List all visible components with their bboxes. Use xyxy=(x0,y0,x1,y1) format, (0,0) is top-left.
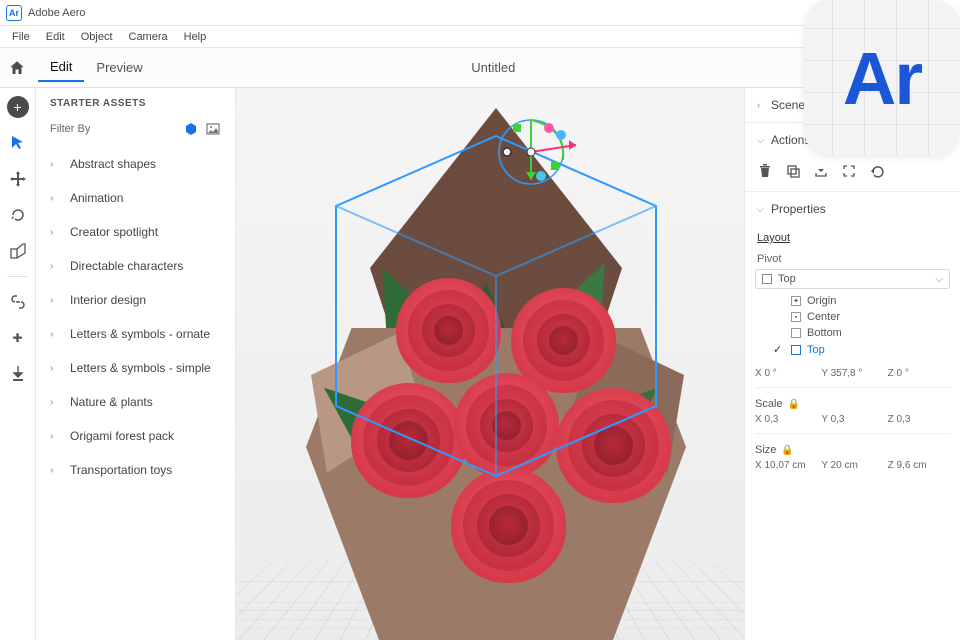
bouquet-object[interactable] xyxy=(266,108,726,640)
size-row[interactable]: X 10,07 cm Y 20 cm Z 9,6 cm xyxy=(745,456,960,475)
delete-icon[interactable] xyxy=(757,163,773,179)
lock-icon[interactable]: 🔒 xyxy=(781,445,793,456)
viewport-overlay-label: X 10,00 xyxy=(576,403,610,414)
scale-row[interactable]: X 0,3 Y 0,3 Z 0,3 xyxy=(745,410,960,429)
category-abstract-shapes[interactable]: ›Abstract shapes xyxy=(36,147,235,181)
menu-help[interactable]: Help xyxy=(176,29,215,45)
expand-icon[interactable] xyxy=(841,163,857,179)
category-letters-ornate[interactable]: ›Letters & symbols - ornate xyxy=(36,317,235,351)
menu-file[interactable]: File xyxy=(4,29,38,45)
properties-section-header[interactable]: ⌵Properties xyxy=(745,192,960,226)
tab-edit[interactable]: Edit xyxy=(38,53,84,82)
scale-label: Scale🔒 xyxy=(745,392,960,410)
add-button[interactable]: + xyxy=(7,96,29,118)
lock-icon[interactable]: 🔒 xyxy=(788,399,800,410)
viewport-3d[interactable]: X 10,00 xyxy=(236,88,744,640)
properties-panel: ›Scene ⌵Actions ⌵Properties Layout Pivot… xyxy=(744,88,960,640)
scale-tool[interactable] xyxy=(7,240,29,262)
rose xyxy=(396,278,501,383)
pivot-option-bottom[interactable]: Bottom xyxy=(773,325,960,341)
filter-image-icon[interactable] xyxy=(205,121,221,137)
category-transportation-toys[interactable]: ›Transportation toys xyxy=(36,453,235,487)
category-interior-design[interactable]: ›Interior design xyxy=(36,283,235,317)
category-animation[interactable]: ›Animation xyxy=(36,181,235,215)
pivot-option-origin[interactable]: ✦Origin xyxy=(773,293,960,309)
rose xyxy=(451,468,566,583)
layout-label: Layout xyxy=(745,226,960,247)
app-logo-badge: Ar xyxy=(804,0,960,156)
home-icon[interactable] xyxy=(8,59,26,77)
drop-tool[interactable] xyxy=(7,363,29,385)
rose xyxy=(454,373,559,478)
rotate-tool[interactable] xyxy=(7,204,29,226)
pivot-options: ✦Origin ▪Center Bottom ✓Top xyxy=(745,291,960,364)
assets-filter-row: Filter By xyxy=(36,115,235,147)
rotation-row[interactable]: X 0 ° Y 357,8 ° Z 0 ° xyxy=(745,364,960,383)
category-letters-simple[interactable]: ›Letters & symbols - simple xyxy=(36,351,235,385)
pivot-option-top[interactable]: ✓Top xyxy=(773,341,960,358)
category-nature-plants[interactable]: ›Nature & plants xyxy=(36,385,235,419)
category-origami-forest[interactable]: ›Origami forest pack xyxy=(36,419,235,453)
rose xyxy=(556,388,671,503)
crosshair-tool[interactable]: ✚ xyxy=(7,327,29,349)
filter-label: Filter By xyxy=(50,123,90,135)
menu-object[interactable]: Object xyxy=(73,29,121,45)
tool-strip: + ✚ xyxy=(0,88,36,640)
logo-text: Ar xyxy=(843,36,921,121)
tool-separator xyxy=(7,276,29,277)
category-creator-spotlight[interactable]: ›Creator spotlight xyxy=(36,215,235,249)
menu-edit[interactable]: Edit xyxy=(38,29,73,45)
size-label: Size🔒 xyxy=(745,438,960,456)
pivot-option-center[interactable]: ▪Center xyxy=(773,309,960,325)
link-tool[interactable] xyxy=(7,291,29,313)
app-icon: Ar xyxy=(6,5,22,21)
undo-icon[interactable] xyxy=(869,163,885,179)
category-directable-characters[interactable]: ›Directable characters xyxy=(36,249,235,283)
assets-panel-title: STARTER ASSETS xyxy=(36,88,235,115)
assets-panel: STARTER ASSETS Filter By ›Abstract shape… xyxy=(36,88,236,640)
select-tool[interactable] xyxy=(7,132,29,154)
filter-3d-icon[interactable] xyxy=(183,121,199,137)
duplicate-icon[interactable] xyxy=(785,163,801,179)
app-title: Adobe Aero xyxy=(28,7,86,19)
pivot-label: Pivot xyxy=(745,247,960,267)
pivot-dropdown[interactable]: Top xyxy=(755,269,950,289)
tab-preview[interactable]: Preview xyxy=(84,54,154,81)
menu-camera[interactable]: Camera xyxy=(121,29,176,45)
import-icon[interactable] xyxy=(813,163,829,179)
move-tool[interactable] xyxy=(7,168,29,190)
rose xyxy=(351,383,466,498)
